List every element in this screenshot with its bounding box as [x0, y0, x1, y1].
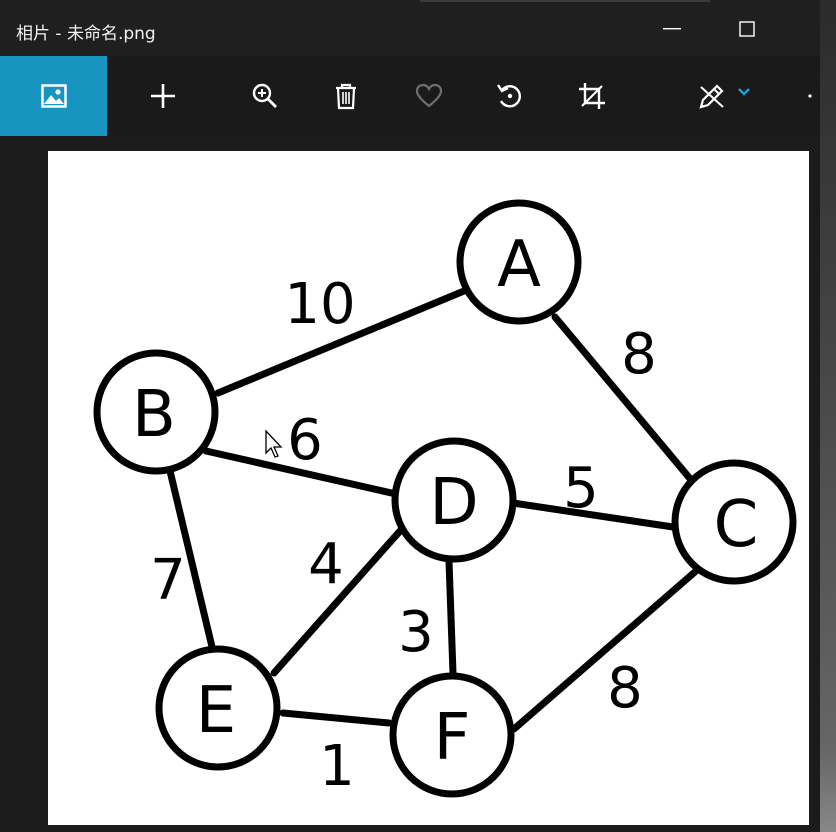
edge-weight-D-C: 5: [563, 456, 599, 521]
pen-draw-icon: [699, 84, 724, 109]
node-label-B: B: [132, 378, 176, 452]
edit-draw-button[interactable]: [684, 56, 764, 136]
window-title: 相片 - 未命名.png: [16, 24, 156, 44]
add-button[interactable]: [131, 56, 195, 136]
rotate-button[interactable]: [478, 56, 542, 136]
zoom-button[interactable]: [233, 56, 297, 136]
more-icon: [808, 94, 812, 98]
edge-weight-B-A: 10: [284, 272, 355, 337]
edge-F-C: [510, 567, 700, 733]
minimize-icon: [663, 28, 681, 30]
favorite-button[interactable]: [397, 56, 461, 136]
edge-weight-D-F: 3: [398, 600, 434, 665]
node-label-E: E: [196, 674, 236, 748]
edge-E-F: [279, 709, 393, 727]
plus-icon: [151, 84, 175, 108]
graph-diagram: A B C D E F 10 8 6 5 7 4 3 8 1: [93, 199, 797, 799]
edge-weight-E-D: 4: [308, 532, 344, 597]
view-image-button[interactable]: [0, 56, 107, 136]
edge-weight-F-C: 8: [607, 656, 643, 721]
trash-icon: [336, 83, 356, 110]
maximize-icon: [739, 21, 755, 37]
title-bar-edge: [420, 0, 710, 2]
crop-icon: [579, 83, 605, 109]
more-button[interactable]: [800, 56, 820, 136]
displayed-image: A B C D E F 10 8 6 5 7 4 3 8 1: [48, 151, 809, 825]
right-edge-strip: [820, 0, 836, 832]
edge-weight-A-C: 8: [621, 322, 657, 387]
node-label-C: C: [714, 488, 759, 562]
title-bar: 相片 - 未命名.png: [0, 0, 836, 58]
delete-button[interactable]: [314, 56, 378, 136]
edge-weight-E-F: 1: [319, 734, 355, 799]
image-icon: [40, 84, 67, 108]
crop-button[interactable]: [560, 56, 624, 136]
toolbar: [0, 56, 820, 136]
edge-weight-B-E: 7: [150, 548, 186, 613]
mouse-cursor-icon: [265, 429, 283, 458]
minimize-button[interactable]: [645, 8, 699, 50]
node-label-F: F: [434, 701, 471, 775]
zoom-in-icon: [252, 83, 277, 108]
rotate-icon: [497, 84, 521, 108]
node-label-D: D: [429, 466, 478, 540]
edge-D-F: [445, 557, 457, 677]
edge-weight-B-D: 6: [287, 408, 323, 473]
maximize-button[interactable]: [720, 8, 774, 50]
chevron-down-icon: [738, 88, 750, 96]
node-label-A: A: [497, 228, 541, 302]
heart-icon: [415, 83, 443, 108]
